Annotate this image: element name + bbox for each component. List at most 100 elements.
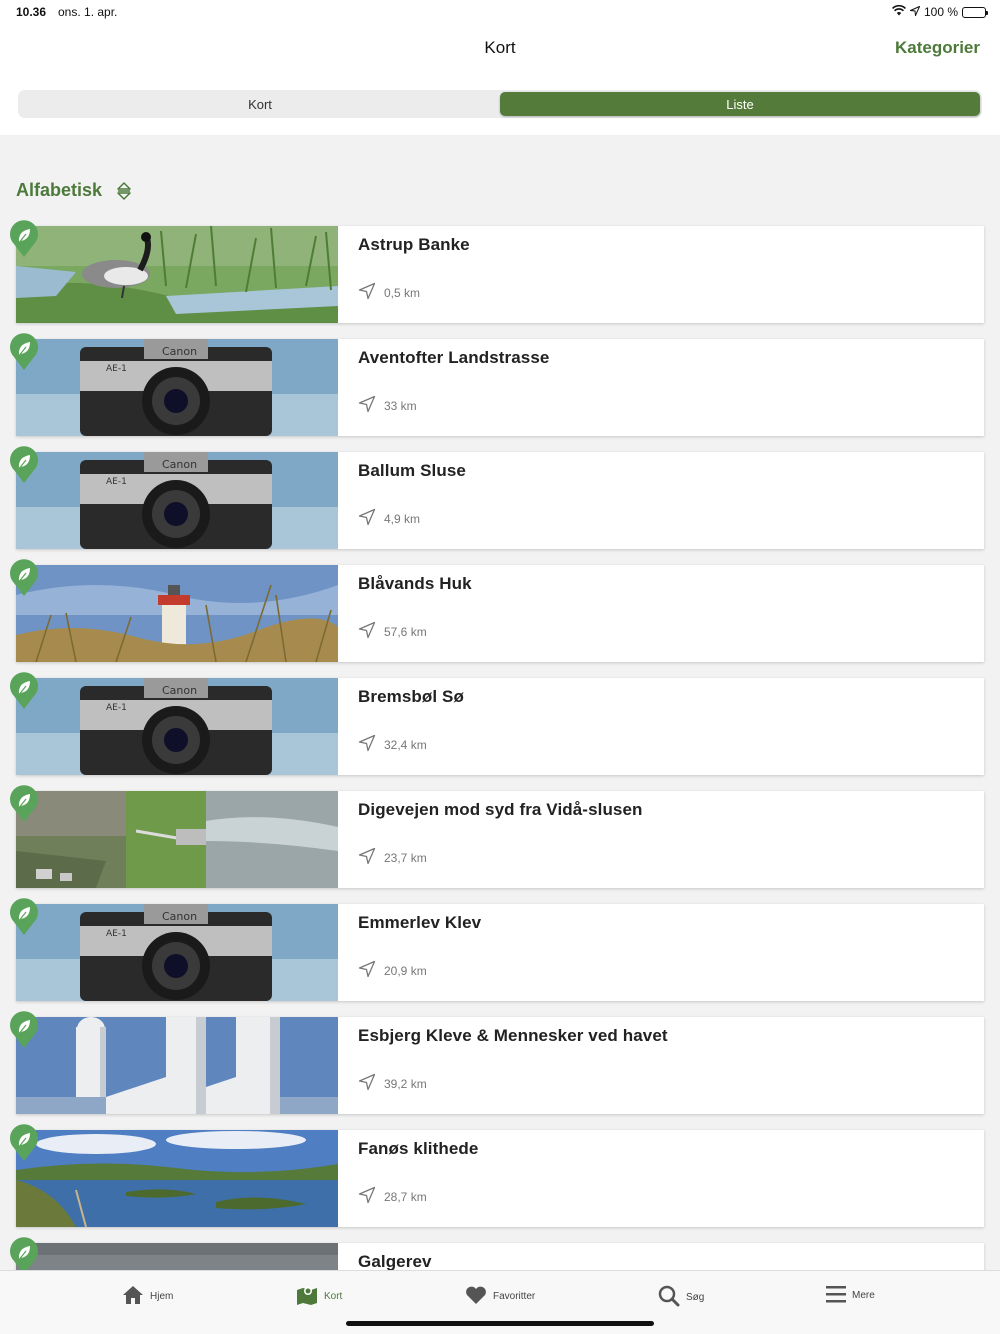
distance-value: 0,5 km xyxy=(384,285,421,300)
menu-icon xyxy=(826,1285,846,1306)
list-item[interactable]: Canon AE-1 Ballum Sluse 4,9 km xyxy=(10,446,984,549)
distance-value: 20,9 km xyxy=(384,963,427,978)
navigation-arrow-icon xyxy=(358,1186,376,1207)
navigation-arrow-icon xyxy=(358,734,376,755)
nature-leaf-pin-icon xyxy=(8,559,40,597)
distance-value: 23,7 km xyxy=(384,850,427,865)
battery-percent: 100 % xyxy=(923,5,958,19)
distance-value: 39,2 km xyxy=(384,1076,427,1091)
svg-text:AE-1: AE-1 xyxy=(106,929,127,939)
tab-label: Favoritter xyxy=(493,1291,536,1302)
list-item[interactable]: Esbjerg Kleve & Mennesker ved havet 39,2… xyxy=(10,1011,984,1114)
place-name: Esbjerg Kleve & Mennesker ved havet xyxy=(358,1026,668,1045)
navigation-arrow-icon xyxy=(358,282,376,303)
list-item[interactable]: Canon AE-1 Aventofter Landstrasse 33 km xyxy=(10,333,984,436)
tab-label: Kort xyxy=(324,1291,343,1302)
nature-leaf-pin-icon xyxy=(8,1124,40,1162)
navigation-bar: Kort Kategorier Kort Liste xyxy=(0,24,1000,135)
svg-text:AE-1: AE-1 xyxy=(106,477,127,487)
svg-text:AE-1: AE-1 xyxy=(106,703,127,713)
home-icon xyxy=(122,1285,144,1308)
status-date: ons. 1. apr. xyxy=(58,5,118,19)
list-item[interactable]: Digevejen mod syd fra Vidå-slusen 23,7 k… xyxy=(10,785,984,888)
place-image: Canon AE-1 xyxy=(16,339,338,436)
status-time: 10.36 xyxy=(16,5,47,19)
home-indicator xyxy=(346,1321,654,1326)
place-name: Ballum Sluse xyxy=(358,461,466,480)
segment-map[interactable]: Kort xyxy=(20,92,500,116)
nature-leaf-pin-icon xyxy=(8,220,40,258)
list-item[interactable]: Canon AE-1 Emmerlev Klev 20,9 km xyxy=(10,898,984,1001)
categories-button[interactable]: Kategorier xyxy=(895,38,980,58)
tab-bar: Hjem Kort Favoritter Søg Mere xyxy=(0,1270,1000,1334)
sort-arrows-icon[interactable] xyxy=(116,181,132,201)
place-name: Blåvands Huk xyxy=(358,574,472,593)
place-image xyxy=(16,1017,338,1114)
sort-control[interactable]: Alfabetisk xyxy=(16,180,132,201)
view-segmented-control: Kort Liste xyxy=(18,90,982,118)
place-image xyxy=(16,565,338,662)
nature-leaf-pin-icon xyxy=(8,333,40,371)
list-item[interactable]: Canon AE-1 Bremsbøl Sø 32,4 km xyxy=(10,672,984,775)
map-icon xyxy=(296,1285,318,1308)
place-image: Canon AE-1 xyxy=(16,678,338,775)
place-distance: 33 km xyxy=(358,395,417,416)
navigation-arrow-icon xyxy=(358,395,376,416)
place-name: Fanøs klithede xyxy=(358,1139,479,1158)
place-image xyxy=(16,1130,338,1227)
place-name: Emmerlev Klev xyxy=(358,913,482,932)
navigation-arrow-icon xyxy=(358,960,376,981)
svg-text:AE-1: AE-1 xyxy=(106,364,127,374)
location-arrow-icon xyxy=(908,5,921,19)
place-image: Canon AE-1 xyxy=(16,904,338,1001)
segment-list[interactable]: Liste xyxy=(500,92,980,116)
navigation-arrow-icon xyxy=(358,508,376,529)
place-distance: 39,2 km xyxy=(358,1073,427,1094)
list-item[interactable]: Astrup Banke 0,5 km xyxy=(10,220,984,323)
place-distance: 0,5 km xyxy=(358,282,420,303)
place-image xyxy=(16,226,338,323)
tab-favorites[interactable]: Favoritter xyxy=(465,1285,535,1308)
place-distance: 28,7 km xyxy=(358,1186,427,1207)
tab-label: Søg xyxy=(686,1292,705,1303)
place-distance: 20,9 km xyxy=(358,960,427,981)
tab-map[interactable]: Kort xyxy=(296,1285,342,1308)
nature-leaf-pin-icon xyxy=(8,898,40,936)
place-distance: 4,9 km xyxy=(358,508,420,529)
place-distance: 57,6 km xyxy=(358,621,427,642)
svg-text:Canon: Canon xyxy=(162,458,197,471)
distance-value: 33 km xyxy=(384,398,417,413)
tab-more[interactable]: Mere xyxy=(826,1285,875,1306)
nature-leaf-pin-icon xyxy=(8,1011,40,1049)
wifi-icon xyxy=(892,4,906,19)
place-name: Galgerev xyxy=(358,1252,432,1271)
nature-leaf-pin-icon xyxy=(8,672,40,710)
place-name: Bremsbøl Sø xyxy=(358,687,464,706)
status-right: 100 % xyxy=(892,4,988,19)
navigation-arrow-icon xyxy=(358,1073,376,1094)
tab-home[interactable]: Hjem xyxy=(122,1285,173,1308)
sort-label: Alfabetisk xyxy=(16,180,103,200)
status-bar: 10.36 ons. 1. apr. 100 % xyxy=(0,0,1000,24)
list-item[interactable]: Blåvands Huk 57,6 km xyxy=(10,559,984,662)
distance-value: 57,6 km xyxy=(384,624,427,639)
svg-text:Canon: Canon xyxy=(162,910,197,923)
nature-leaf-pin-icon xyxy=(8,446,40,484)
svg-text:Canon: Canon xyxy=(162,345,197,358)
tab-search[interactable]: Søg xyxy=(658,1285,704,1310)
page-title: Kort xyxy=(484,38,516,57)
tab-label: Mere xyxy=(852,1290,875,1301)
place-distance: 32,4 km xyxy=(358,734,427,755)
place-image xyxy=(16,791,338,888)
place-name: Digevejen mod syd fra Vidå-slusen xyxy=(358,800,643,819)
distance-value: 4,9 km xyxy=(384,511,421,526)
list-item[interactable]: Fanøs klithede 28,7 km xyxy=(10,1124,984,1227)
place-name: Astrup Banke xyxy=(358,235,470,254)
nature-leaf-pin-icon xyxy=(8,785,40,823)
distance-value: 32,4 km xyxy=(384,737,427,752)
navigation-arrow-icon xyxy=(358,621,376,642)
search-icon xyxy=(658,1285,680,1310)
places-list: Astrup Banke 0,5 km Canon AE-1 Aventofte… xyxy=(10,220,984,1334)
battery-icon xyxy=(962,6,988,18)
tab-label: Hjem xyxy=(150,1291,174,1302)
